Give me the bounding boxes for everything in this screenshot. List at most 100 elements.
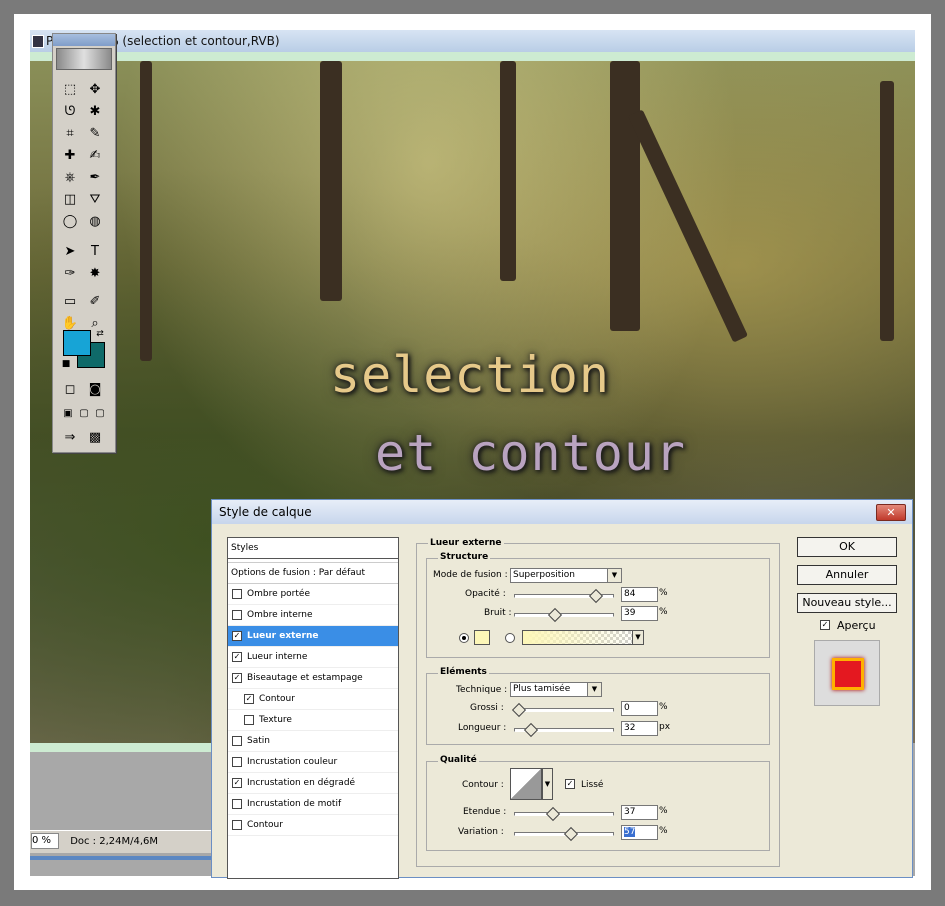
style-checkbox[interactable] [232, 588, 242, 599]
range-input[interactable]: 37 [621, 805, 658, 820]
gradient-radio[interactable] [505, 633, 515, 643]
style-item[interactable]: Ombre portée [228, 584, 398, 605]
magic-wand-icon[interactable]: ✱ [84, 102, 106, 122]
smooth-label: Lissé [581, 780, 604, 790]
ok-button[interactable]: OK [797, 537, 897, 557]
eyedropper-icon[interactable]: ✐ [84, 292, 106, 312]
blend-options-item[interactable]: Options de fusion : Par défaut [228, 562, 398, 584]
solid-color-radio[interactable] [459, 633, 469, 643]
style-checkbox[interactable]: ✓ [232, 672, 242, 683]
styles-header[interactable]: Styles [228, 538, 398, 559]
quality-title: Qualité [438, 755, 479, 765]
blend-mode-select[interactable]: Superposition ▼ [510, 568, 622, 583]
style-item[interactable]: Incrustation de motif [228, 794, 398, 815]
style-item[interactable]: ✓ Biseautage et estampage [228, 668, 398, 689]
bucket-icon[interactable]: ⛛ [84, 190, 106, 210]
notes-icon[interactable]: ▭ [59, 292, 81, 312]
stamp-icon[interactable]: ⎈ [59, 168, 81, 188]
style-checkbox[interactable]: ✓ [232, 777, 242, 788]
canvas-text-et-contour: et contour [375, 424, 687, 482]
zoom-field[interactable]: 0 % [31, 833, 59, 849]
style-checkbox[interactable] [232, 798, 242, 809]
crop-icon[interactable]: ⌗ [59, 124, 81, 144]
chevron-down-icon[interactable]: ▼ [542, 768, 553, 800]
standard-mode-icon[interactable]: ◻ [59, 380, 81, 400]
size-label: Longueur : [458, 723, 507, 733]
status-bar: 0 % Doc : 2,24M/4,6M [30, 830, 215, 853]
document-title-bar[interactable]: P g @ 100% (selection et contour,RVB) [30, 30, 915, 52]
style-item-label: Ombre portée [247, 589, 310, 599]
toolbox-logo[interactable] [56, 48, 112, 70]
style-checkbox[interactable]: ✓ [244, 693, 254, 704]
blur-icon[interactable]: ◯ [59, 212, 81, 232]
chevron-down-icon[interactable]: ▼ [632, 630, 644, 645]
jitter-input[interactable]: 57 [621, 825, 658, 840]
marquee-icon[interactable]: ⬚ [59, 80, 81, 100]
tree-trunk [320, 61, 342, 301]
jump-to-imageready-icon[interactable]: ⇒ [59, 428, 81, 448]
technique-select[interactable]: Plus tamisée ▼ [510, 682, 602, 697]
type-icon[interactable]: T [84, 242, 106, 262]
brush-icon[interactable]: ✍ [84, 146, 106, 166]
style-item-label: Contour [259, 694, 295, 704]
smooth-checkbox[interactable]: ✓ [565, 779, 575, 789]
imageready-icon[interactable]: ▩ [84, 428, 106, 448]
pen-icon[interactable]: ✑ [59, 264, 81, 284]
opacity-input[interactable]: 84 [621, 587, 658, 602]
style-item[interactable]: Contour [228, 815, 398, 836]
toolbox-titlebar[interactable] [53, 34, 115, 46]
style-item[interactable]: ✓ Contour [228, 689, 398, 710]
style-item[interactable]: Ombre interne [228, 605, 398, 626]
cancel-button[interactable]: Annuler [797, 565, 897, 585]
toolbox: ⬚ ✥ ᘎ ✱ ⌗ ✎ ✚ ✍ ⎈ ✒ ◫ ⛛ ◯ ◍ ➤ T ✑ ✸ ▭ ✐ ✋ ⌕ ⇄ ■ ◻ ◙ ▣ ▢ ▢ ⇒ ▩ [52, 33, 116, 453]
style-checkbox[interactable] [232, 819, 242, 830]
style-checkbox[interactable]: ✓ [232, 651, 242, 662]
screen-mode-full-icon[interactable]: ▢ [89, 404, 111, 424]
contour-picker[interactable] [510, 768, 542, 800]
preview-checkbox[interactable]: ✓ [820, 620, 830, 630]
eraser-icon[interactable]: ◫ [59, 190, 81, 210]
chevron-down-icon: ▼ [607, 569, 621, 582]
size-input[interactable]: 32 [621, 721, 658, 736]
healing-icon[interactable]: ✚ [59, 146, 81, 166]
dodge-icon[interactable]: ◍ [84, 212, 106, 232]
spread-input[interactable]: 0 [621, 701, 658, 716]
style-checkbox[interactable] [232, 735, 242, 746]
style-checkbox[interactable] [244, 714, 254, 725]
style-checkbox[interactable]: ✓ [232, 630, 242, 641]
preview-label: Aperçu [837, 619, 876, 632]
elements-title: Eléments [438, 667, 489, 677]
history-brush-icon[interactable]: ✒ [84, 168, 106, 188]
glow-color-swatch[interactable] [474, 630, 490, 645]
quickmask-mode-icon[interactable]: ◙ [84, 380, 106, 400]
style-checkbox[interactable] [232, 609, 242, 620]
default-colors-icon[interactable]: ■ [55, 354, 77, 374]
shape-icon[interactable]: ✸ [84, 264, 106, 284]
swap-colors-icon[interactable]: ⇄ [89, 324, 111, 344]
style-item[interactable]: ✓ Lueur interne [228, 647, 398, 668]
close-button[interactable]: ✕ [876, 504, 906, 521]
foreground-color-swatch[interactable] [63, 330, 91, 356]
dialog-titlebar[interactable]: Style de calque ✕ [212, 500, 912, 524]
range-slider[interactable] [514, 812, 614, 816]
style-item[interactable]: ✓ Incrustation en dégradé [228, 773, 398, 794]
style-item[interactable]: ✓ Lueur externe [228, 626, 398, 647]
lasso-icon[interactable]: ᘎ [59, 102, 81, 122]
slice-icon[interactable]: ✎ [84, 124, 106, 144]
style-item[interactable]: Texture [228, 710, 398, 731]
move-icon[interactable]: ✥ [84, 80, 106, 100]
contour-label: Contour : [462, 780, 504, 790]
spread-slider[interactable] [514, 708, 614, 712]
new-style-button[interactable]: Nouveau style... [797, 593, 897, 613]
noise-slider[interactable] [514, 613, 614, 617]
style-item-label: Lueur interne [247, 652, 308, 662]
noise-input[interactable]: 39 [621, 606, 658, 621]
style-item[interactable]: Incrustation couleur [228, 752, 398, 773]
style-item-label: Incrustation en dégradé [247, 778, 356, 788]
path-select-icon[interactable]: ➤ [59, 242, 81, 262]
style-item[interactable]: Satin [228, 731, 398, 752]
style-checkbox[interactable] [232, 756, 242, 767]
glow-gradient-picker[interactable] [522, 630, 642, 645]
opacity-label: Opacité : [465, 589, 506, 599]
noise-unit: % [659, 607, 668, 617]
